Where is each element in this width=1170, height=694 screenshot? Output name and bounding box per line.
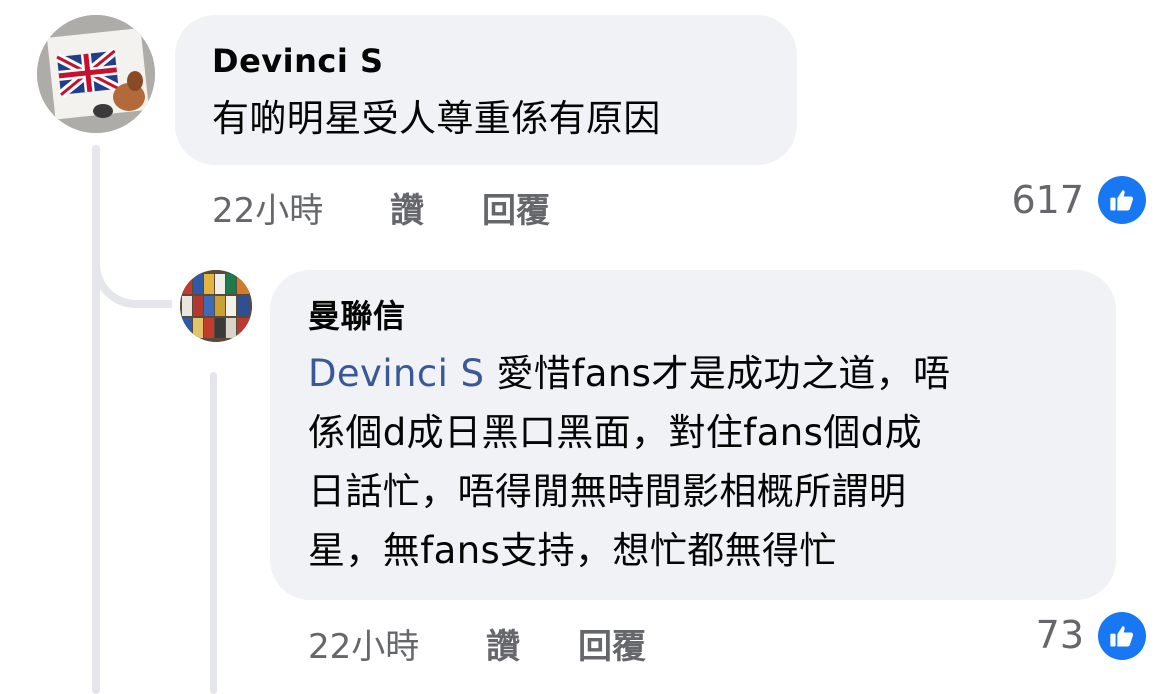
comment-author-name[interactable]: Devinci S [212,42,384,80]
reply-reply-button[interactable]: 回覆 [578,619,646,668]
avatar-flag-image [37,15,155,133]
thread-connector-line [92,145,100,694]
reply-thread-line [210,372,217,694]
reply-text-line: Devinci S 愛惜fans才是成功之道，唔 [308,344,1098,403]
avatar-devinci[interactable] [37,15,155,133]
avatar-reply-user[interactable] [180,270,252,342]
thumbs-up-glyph [1110,190,1134,211]
reply-author-name[interactable]: 曼聯信 [308,297,406,335]
reply-timestamp[interactable]: 22小時 [308,619,419,668]
thumbs-up-icon[interactable] [1098,612,1146,660]
comment-timestamp[interactable]: 22小時 [212,183,323,232]
reply-like-button[interactable]: 讚 [486,619,520,668]
thumbs-up-glyph [1110,626,1134,647]
thread-connector-curve [92,230,172,308]
like-button[interactable]: 讚 [390,183,424,232]
reply-text-line: 日話忙，唔得閒無時間影相概所謂明 [308,470,907,513]
mention-link[interactable]: Devinci S [308,352,484,395]
reply-button[interactable]: 回覆 [482,183,550,232]
reply-text-segment: 愛惜fans才是成功之道，唔 [484,352,951,395]
reaction-count[interactable]: 617 [1011,178,1084,222]
thumbs-up-icon[interactable] [1098,176,1146,224]
reply-text-line: 星，無fans支持，想忙都無得忙 [308,529,837,572]
reply-reaction-count[interactable]: 73 [1036,613,1084,657]
reply-text-line: 係個d成日黑口黑面，對住fans個d成 [308,411,922,454]
reply-text: Devinci S 愛惜fans才是成功之道，唔 係個d成日黑口黑面，對住fan… [308,344,1098,580]
avatar-cans-image [180,270,252,342]
comment-text: 有啲明星受人尊重係有原因 [212,97,661,140]
